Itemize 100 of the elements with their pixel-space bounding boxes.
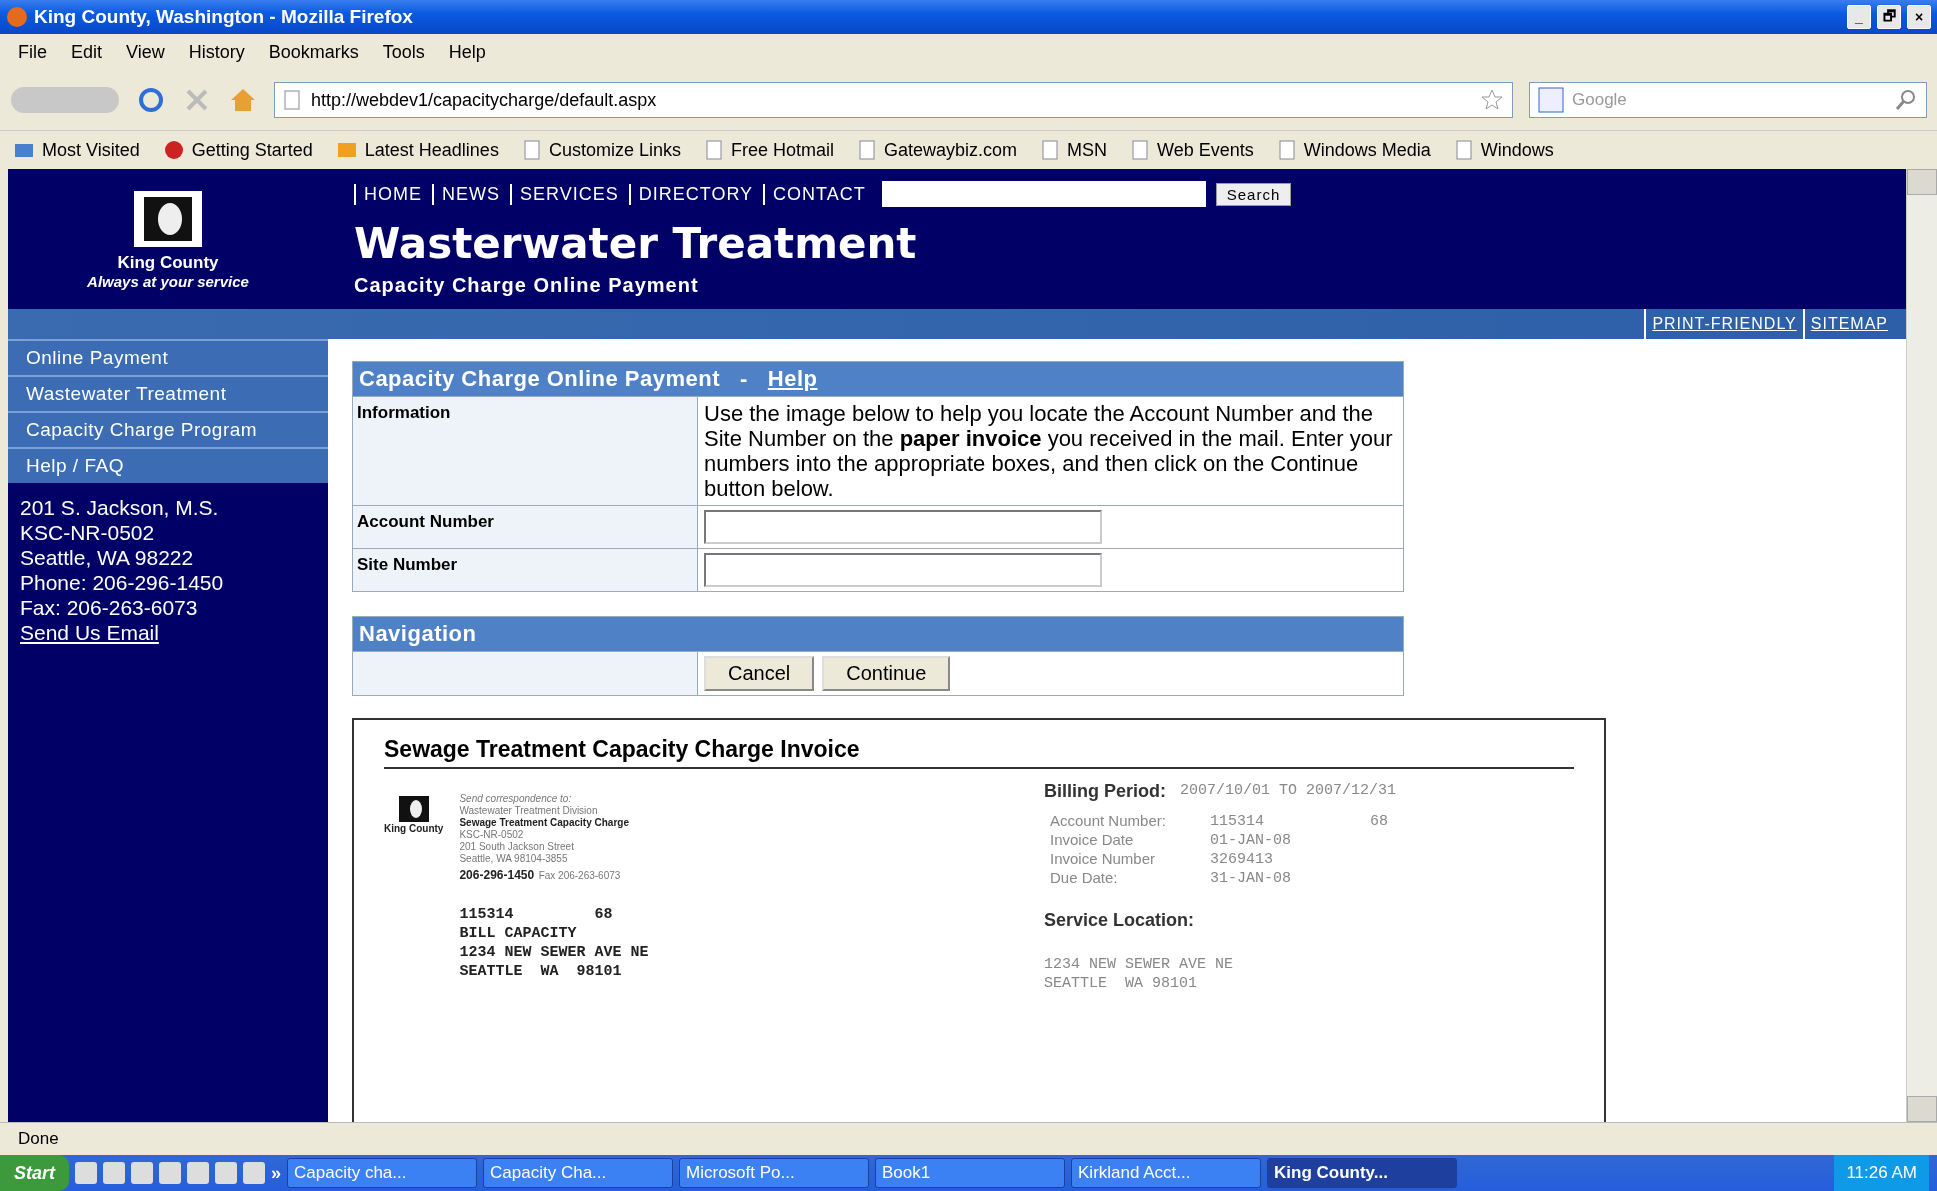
sender-line: 201 South Jackson Street [459,841,575,853]
field-label: Account Number [353,505,698,548]
logo-tagline: Always at your service [87,272,249,290]
detail-label: Invoice Date [1050,831,1135,850]
sidebar-item[interactable]: Help / FAQ [8,447,328,483]
bookmark-link[interactable]: MSN [1041,139,1108,161]
sender-line: Seattle, WA 98104-3855 [459,853,569,865]
detail-label: Account Number: [1050,812,1167,831]
sender-line: KSC-NR-0502 [459,829,525,841]
quick-launch-icon[interactable] [159,1162,181,1184]
service-address-line: SEATTLE WA 98101 [1044,974,1199,993]
utility-link[interactable]: PRINT-FRIENDLY [1644,309,1803,339]
address-line: KSC-NR-0502 [20,520,156,545]
bookmark-link[interactable]: Windows [1454,139,1554,161]
menu-item[interactable]: Edit [71,41,103,63]
taskbar-button[interactable]: Kirkland Acct... [1071,1158,1262,1188]
billing-label: Billing Period: [1044,781,1166,802]
taskbar-button[interactable]: King County... [1267,1158,1458,1188]
quick-launch-icon[interactable] [103,1162,125,1184]
menu-item[interactable]: View [126,41,165,63]
bookmark-link[interactable]: Web Events [1131,139,1254,161]
sidebar-item[interactable]: Wastewater Treatment [8,375,328,411]
logo-name: King County [117,252,219,273]
detail-value: 115314 [1210,812,1265,831]
page-icon [522,140,541,160]
sidebar-item[interactable]: Capacity Charge Program [8,411,328,447]
menu-item[interactable]: File [18,41,47,63]
sender-fax: Fax 206-263-6073 [538,870,621,881]
address-line: Phone: 206-296-1450 [20,570,225,595]
browser-icon [6,6,28,28]
email-link[interactable]: Send Us Email [20,620,316,645]
page-icon [704,140,723,160]
quick-launch-icon[interactable] [131,1162,153,1184]
window-control-button[interactable]: 🗗 [1877,5,1901,29]
bookmark-link[interactable]: Latest Headlines [336,139,499,161]
quick-launch-icon[interactable] [243,1162,265,1184]
clock: 11:26 AM [1846,1163,1917,1183]
menu-item[interactable]: Help [448,41,486,63]
mailing-line: SEATTLE WA 98101 [459,962,623,981]
page-icon [1041,140,1060,160]
bookmark-link[interactable]: Customize Links [522,139,681,161]
taskbar-button[interactable]: Book1 [875,1158,1066,1188]
scrollbar[interactable] [1906,169,1937,1122]
search-button[interactable]: Search [1215,182,1292,206]
bookmark-link[interactable]: Getting Started [163,139,313,161]
start-button[interactable]: Start [0,1155,69,1191]
more-icon[interactable]: » [271,1162,282,1184]
window-control-button[interactable]: × [1907,5,1931,29]
detail-value: 31-JAN-08 [1210,869,1292,888]
top-nav-link[interactable]: NEWS [432,183,500,205]
detail-label: Invoice Number [1050,850,1157,869]
service-address-line: 1234 NEW SEWER AVE NE [1044,955,1235,974]
site-subtitle: Capacity Charge Online Payment [354,274,700,297]
star-icon[interactable] [1480,88,1504,112]
help-link[interactable]: Help [767,366,818,392]
top-nav-link[interactable]: DIRECTORY [628,183,754,205]
service-label: Service Location: [1044,910,1196,931]
quick-launch-icon[interactable] [187,1162,209,1184]
form-button[interactable]: Continue [822,656,951,691]
heading-separator: - [740,366,748,392]
sender-line: Wastewater Treatment Division [459,805,599,817]
mailing-line: BILL CAPACITY [459,924,578,943]
window-title: King County, Washington - Mozilla Firefox [34,6,414,28]
top-nav-link[interactable]: HOME [354,183,422,205]
search-icon[interactable] [1894,88,1918,112]
menu-item[interactable]: History [188,41,245,63]
menu-item[interactable]: Tools [382,41,425,63]
page-icon [283,90,301,110]
window-control-button[interactable]: _ [1847,5,1871,29]
quick-launch-icon[interactable] [75,1162,97,1184]
quick-launch-icon[interactable] [215,1162,237,1184]
info-text: Use the image below to help you locate the Account Number and the Site Number on the paper invoice you received in the mail. Enter your numbers into the appropriate boxes, and then click on the Continue button below. [698,396,1403,505]
field-label: Site Number [353,548,698,591]
bookmark-link[interactable]: Windows Media [1277,139,1431,161]
top-nav-link[interactable]: CONTACT [763,183,866,205]
taskbar-button[interactable]: Capacity cha... [287,1158,478,1188]
input-field[interactable] [704,510,1102,544]
site-search-field[interactable] [881,181,1206,207]
sidebar-item[interactable]: Online Payment [8,339,328,375]
address-line: Fax: 206-263-6073 [20,595,199,620]
detail-value: 68 [1370,812,1388,831]
logo-icon [397,795,430,823]
address-field[interactable]: http://webdev1/capacitycharge/default.aspx [274,82,1513,118]
top-nav-link[interactable]: SERVICES [510,183,619,205]
taskbar-button[interactable]: Microsoft Po... [679,1158,870,1188]
page-icon [857,140,876,160]
page-icon [1277,140,1296,160]
bookmark-link[interactable]: Gatewaybiz.com [857,139,1018,161]
menu-item[interactable]: Bookmarks [268,41,359,63]
taskbar-button[interactable]: Capacity Cha... [483,1158,674,1188]
reload-icon[interactable] [136,85,166,115]
utility-link[interactable]: SITEMAP [1802,309,1894,339]
sender-line: Send correspondence to: [459,793,573,805]
field-label: Information [353,396,698,505]
input-field[interactable] [704,553,1102,587]
detail-value: 3269413 [1210,850,1274,869]
sender-line: Sewage Treatment Capacity Charge [459,817,630,829]
bookmark-link[interactable]: Most Visited [14,139,140,161]
form-button[interactable]: Cancel [704,656,815,691]
bookmark-link[interactable]: Free Hotmail [704,139,834,161]
